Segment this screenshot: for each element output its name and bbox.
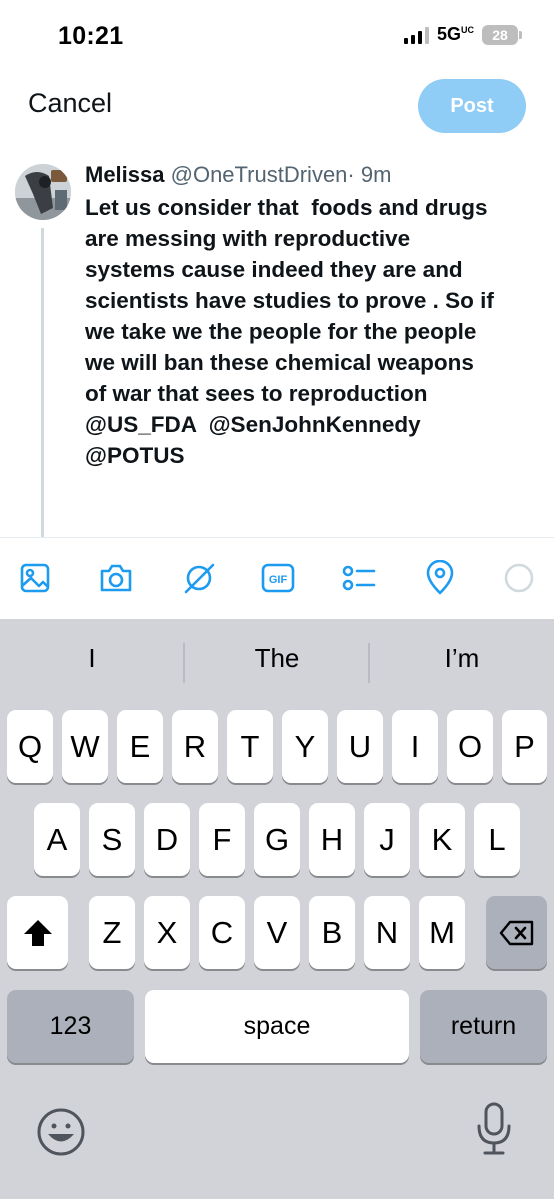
thread-line: [41, 228, 44, 538]
key-e[interactable]: E: [117, 710, 163, 783]
compose-toolbar: GIF: [0, 537, 554, 619]
key-p[interactable]: P: [502, 710, 547, 783]
key-k[interactable]: K: [419, 803, 465, 876]
key-j[interactable]: J: [364, 803, 410, 876]
image-icon[interactable]: [17, 560, 53, 596]
key-g[interactable]: G: [254, 803, 300, 876]
key-r[interactable]: R: [172, 710, 218, 783]
status-bar: 10:21 5GUC 28: [0, 0, 554, 72]
keyboard: I The I’m Q W E R T Y U I O P A S D F G …: [0, 619, 554, 1199]
key-s[interactable]: S: [89, 803, 135, 876]
key-v[interactable]: V: [254, 896, 300, 969]
key-f[interactable]: F: [199, 803, 245, 876]
return-key[interactable]: return: [420, 990, 547, 1063]
suggestion-3[interactable]: I’m: [370, 643, 554, 674]
battery-icon: 28: [482, 24, 522, 45]
location-icon[interactable]: [422, 560, 458, 596]
author-name[interactable]: Melissa: [85, 162, 165, 187]
key-i[interactable]: I: [392, 710, 438, 783]
shift-icon: [23, 919, 52, 946]
key-n[interactable]: N: [364, 896, 410, 969]
key-w[interactable]: W: [62, 710, 108, 783]
status-time: 10:21: [58, 22, 124, 50]
key-u[interactable]: U: [337, 710, 383, 783]
status-indicators: 5GUC 28: [403, 24, 522, 45]
key-l[interactable]: L: [474, 803, 520, 876]
battery-level: 28: [492, 26, 508, 43]
suggestion-1[interactable]: I: [0, 643, 184, 674]
shift-key[interactable]: [7, 896, 68, 969]
key-t[interactable]: T: [227, 710, 273, 783]
numbers-key[interactable]: 123: [7, 990, 134, 1063]
character-count-icon: [501, 560, 537, 596]
tweet-text: Let us consider that foods and drugs are…: [85, 195, 494, 468]
space-key[interactable]: space: [145, 990, 409, 1063]
key-q[interactable]: Q: [7, 710, 53, 783]
delete-key[interactable]: [486, 896, 547, 969]
quoted-tweet: Melissa @OneTrustDriven· 9m Let us consi…: [85, 160, 545, 471]
tweet-header: Melissa @OneTrustDriven· 9m: [85, 160, 545, 190]
grok-icon[interactable]: [181, 560, 217, 596]
key-c[interactable]: C: [199, 896, 245, 969]
gif-icon[interactable]: GIF: [260, 560, 296, 596]
cellular-signal-icon: [403, 26, 429, 44]
post-button[interactable]: Post: [418, 79, 526, 133]
key-b[interactable]: B: [309, 896, 355, 969]
key-a[interactable]: A: [34, 803, 80, 876]
key-y[interactable]: Y: [282, 710, 328, 783]
key-o[interactable]: O: [447, 710, 493, 783]
author-handle[interactable]: @OneTrustDriven: [171, 162, 348, 187]
microphone-icon[interactable]: [474, 1101, 514, 1162]
camera-icon[interactable]: [98, 560, 134, 596]
backspace-icon: [499, 920, 533, 945]
gif-label: GIF: [269, 574, 288, 586]
key-z[interactable]: Z: [89, 896, 135, 969]
emoji-icon[interactable]: [36, 1107, 86, 1162]
network-type: 5GUC: [436, 24, 474, 44]
cancel-button[interactable]: Cancel: [28, 88, 112, 119]
avatar[interactable]: [15, 164, 71, 220]
key-x[interactable]: X: [144, 896, 190, 969]
predictive-suggestions: I The I’m: [0, 619, 554, 705]
key-d[interactable]: D: [144, 803, 190, 876]
key-m[interactable]: M: [419, 896, 465, 969]
suggestion-2[interactable]: The: [185, 643, 369, 674]
tweet-time: · 9m: [347, 162, 392, 187]
poll-icon[interactable]: [341, 560, 377, 596]
key-h[interactable]: H: [309, 803, 355, 876]
